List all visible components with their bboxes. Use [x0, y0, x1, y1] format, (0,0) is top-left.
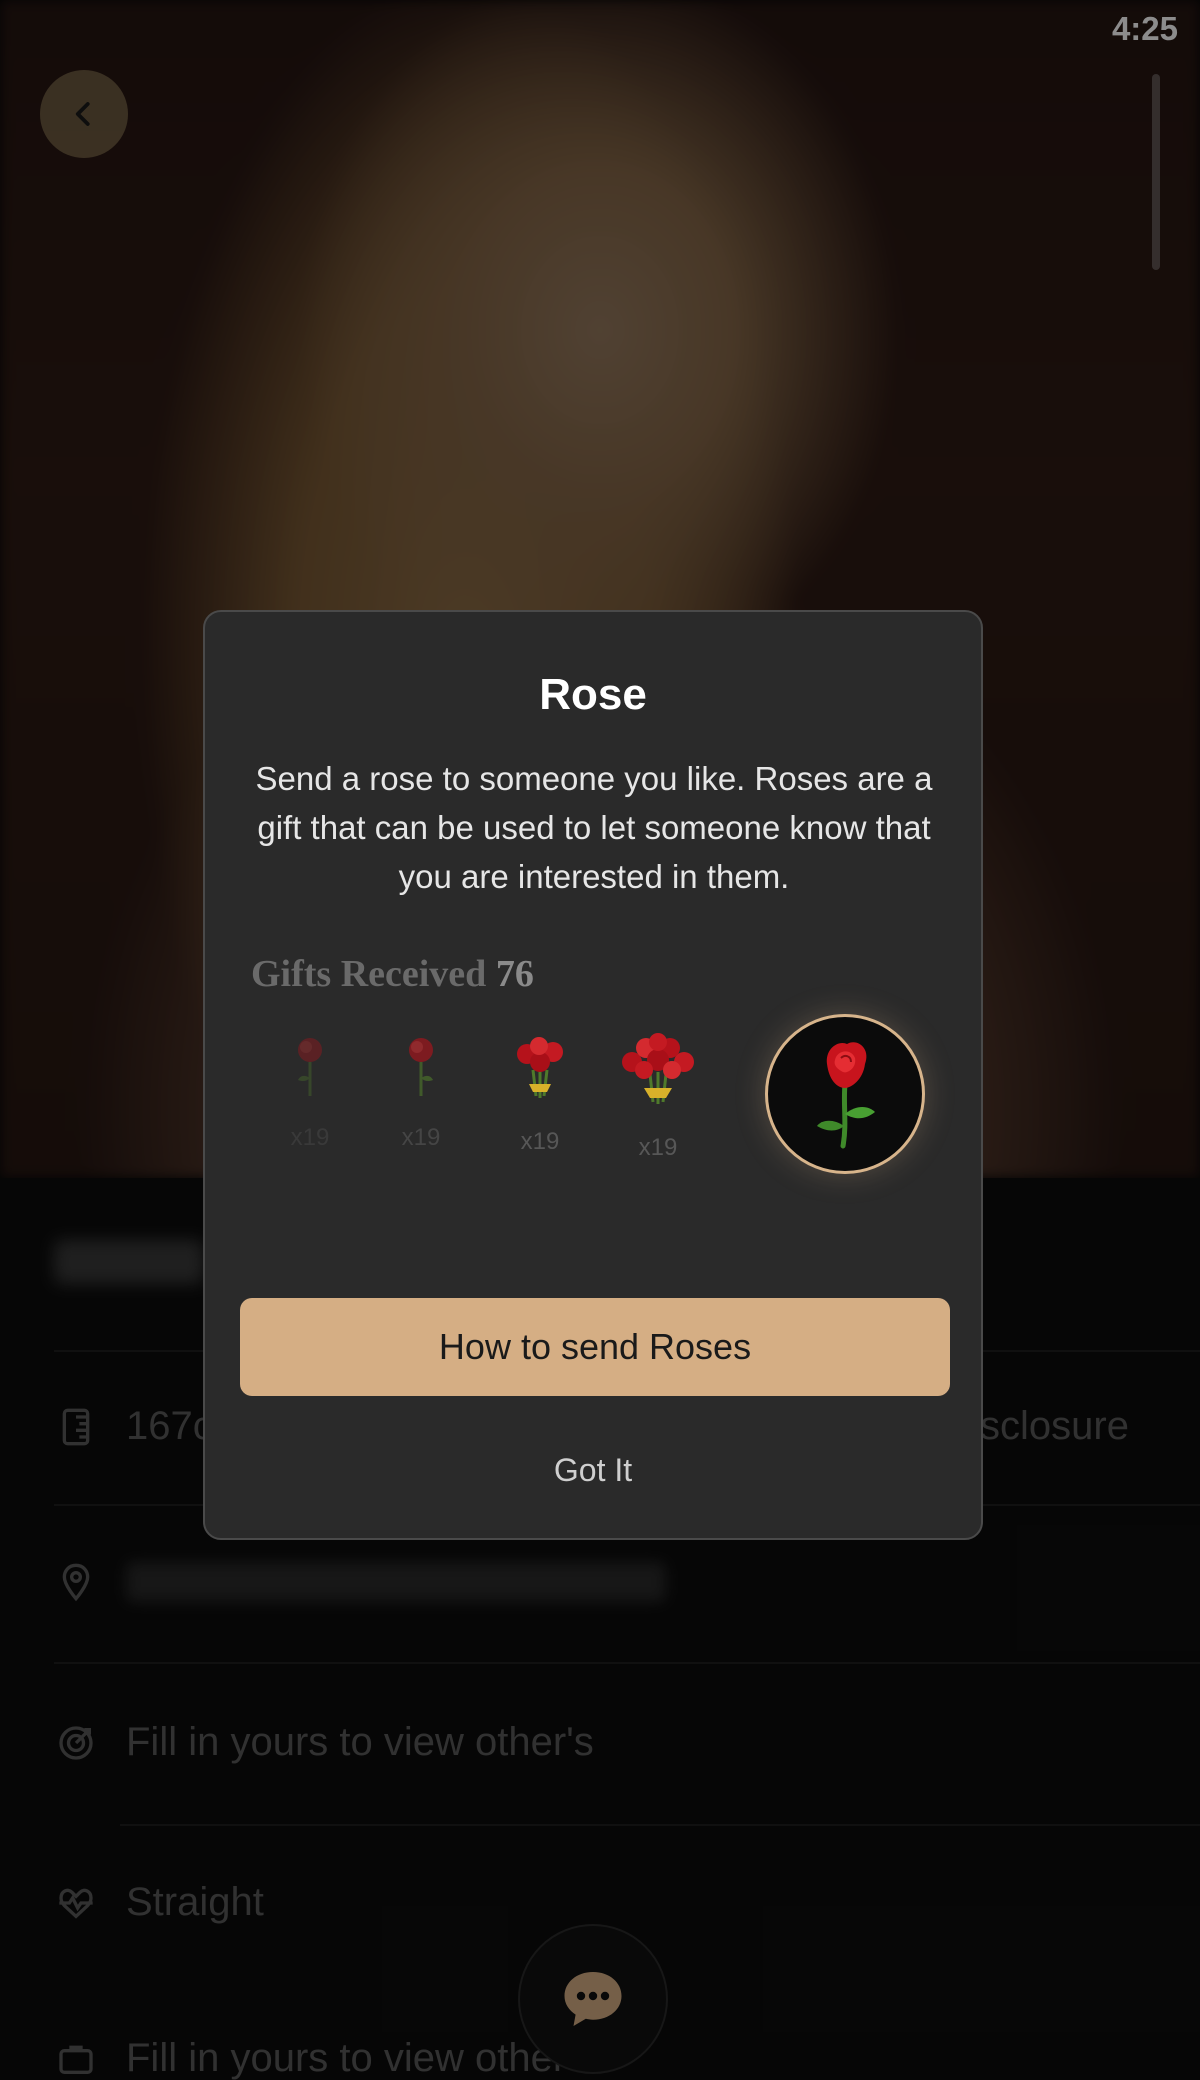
gift-count: x19	[290, 1124, 330, 1151]
gifts-received-text: Gifts Received	[251, 953, 487, 995]
gift-count: x19	[401, 1124, 441, 1151]
gift-tier-1[interactable]: x19	[260, 1032, 360, 1152]
single-rose-icon	[298, 1038, 322, 1096]
dialog-title: Rose	[539, 670, 647, 719]
gifts-received-label: Gifts Received 76	[251, 952, 534, 996]
single-rose-icon	[409, 1038, 433, 1096]
gift-tier-4[interactable]: x19	[608, 1032, 708, 1162]
gift-count: x19	[520, 1128, 560, 1155]
rose-bouquet-large-icon	[622, 1033, 694, 1104]
gifts-received-count: 76	[495, 953, 534, 995]
rose-info-dialog: Rose Send a rose to someone you like. Ro…	[203, 610, 983, 1540]
got-it-button[interactable]: Got It	[205, 1452, 981, 1489]
rose-icon	[817, 1042, 875, 1149]
rose-bouquet-small-icon	[517, 1037, 563, 1098]
gift-tier-2[interactable]: x19	[371, 1032, 471, 1152]
gift-count: x19	[638, 1134, 678, 1161]
dialog-description: Send a rose to someone you like. Roses a…	[255, 760, 933, 895]
how-to-send-roses-button[interactable]: How to send Roses	[240, 1298, 950, 1396]
selected-gift[interactable]	[765, 1014, 925, 1174]
gift-tier-3[interactable]: x19	[490, 1032, 590, 1156]
